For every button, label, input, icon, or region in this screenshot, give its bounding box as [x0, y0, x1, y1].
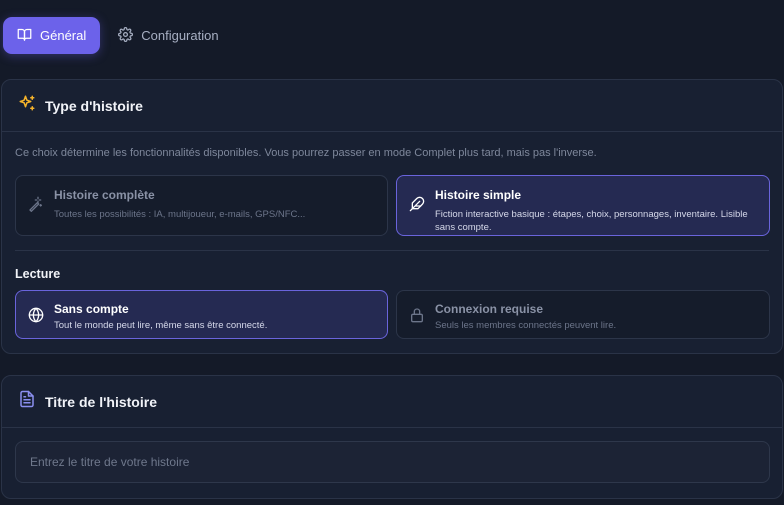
option-histoire-complete-title: Histoire complète: [54, 188, 155, 202]
option-histoire-simple-title: Histoire simple: [435, 188, 522, 202]
magic-wand-icon: [28, 196, 44, 212]
story-type-card: Type d'histoire Ce choix détermine les f…: [1, 79, 783, 354]
option-sans-compte-description: Tout le monde peut lire, même sans être …: [54, 320, 268, 331]
story-title-card: Titre de l'histoire: [1, 375, 783, 499]
section-divider: [15, 250, 769, 251]
option-histoire-complete-description: Toutes les possibilités : IA, multijoueu…: [54, 209, 306, 220]
document-icon: [18, 390, 36, 413]
option-connexion-requise[interactable]: Connexion requise Seuls les membres conn…: [396, 290, 770, 339]
story-type-helper-text: Ce choix détermine les fonctionnalités d…: [15, 147, 597, 159]
feather-icon: [409, 196, 425, 212]
book-icon: [17, 27, 32, 45]
tab-configuration-label: Configuration: [141, 28, 219, 43]
option-sans-compte[interactable]: Sans compte Tout le monde peut lire, mêm…: [15, 290, 388, 339]
tab-general[interactable]: Général: [3, 17, 101, 54]
reading-label: Lecture: [15, 267, 61, 281]
option-histoire-simple-description: Fiction interactive basique : étapes, ch…: [435, 209, 748, 233]
story-type-header: Type d'histoire: [2, 80, 782, 132]
globe-icon: [28, 307, 44, 323]
option-connexion-requise-description: Seuls les membres connectés peuvent lire…: [435, 320, 617, 331]
gear-icon: [118, 26, 134, 45]
tab-bar: Général Configuration: [3, 17, 233, 54]
lock-icon: [409, 307, 425, 323]
story-type-title: Type d'histoire: [45, 97, 143, 114]
option-sans-compte-title: Sans compte: [54, 302, 129, 316]
option-histoire-simple[interactable]: Histoire simple Fiction interactive basi…: [396, 175, 770, 236]
tab-general-label: Général: [40, 28, 87, 43]
option-histoire-complete[interactable]: Histoire complète Toutes les possibilité…: [15, 175, 388, 236]
story-title-input[interactable]: [15, 441, 770, 483]
story-title-header: Titre de l'histoire: [2, 376, 782, 428]
option-connexion-requise-title: Connexion requise: [435, 302, 544, 316]
sparkles-icon: [18, 94, 36, 117]
tab-configuration[interactable]: Configuration: [104, 17, 232, 54]
story-title-heading: Titre de l'histoire: [45, 393, 157, 410]
